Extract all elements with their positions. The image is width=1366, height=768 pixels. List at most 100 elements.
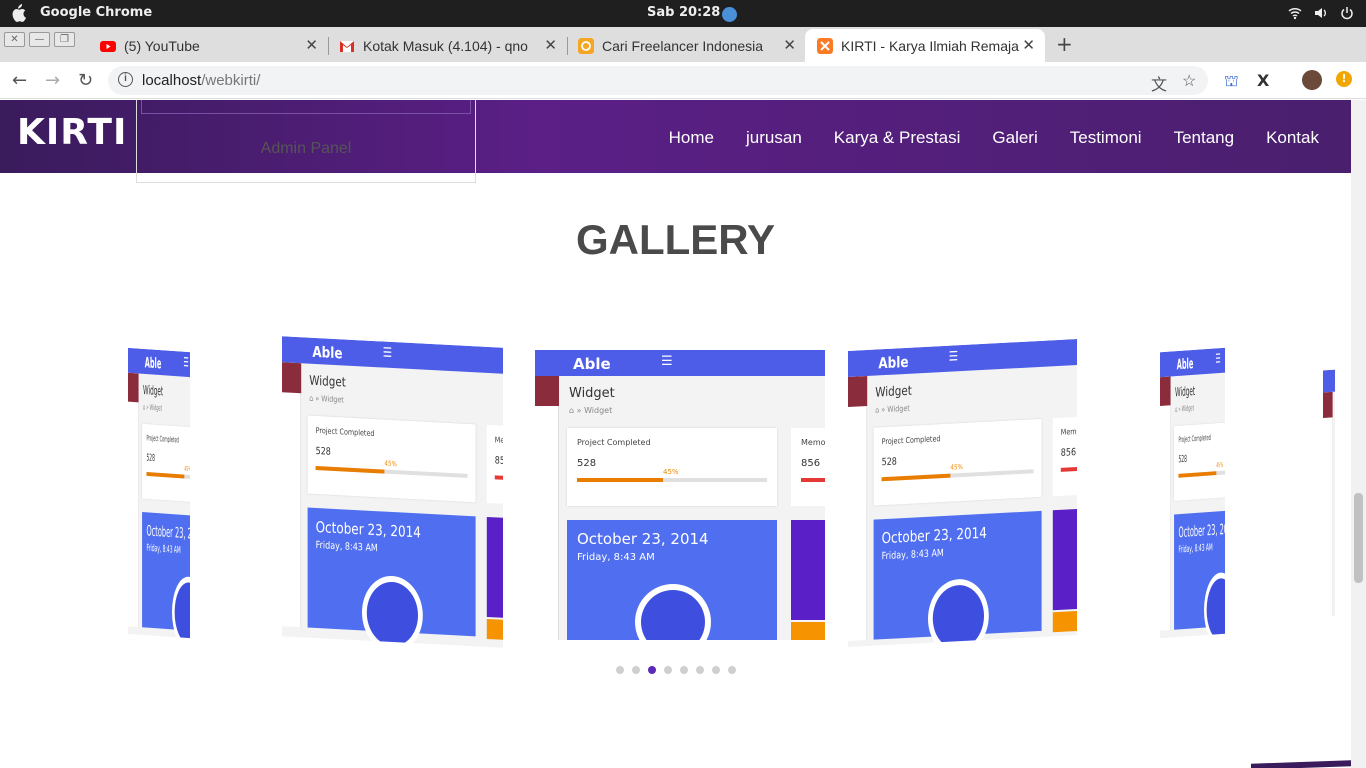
clock-icon [362,574,423,648]
hamburger-icon: ☰ [948,349,959,365]
tab-kirti[interactable]: KIRTI - Karya Ilmiah Remaja ✕ [805,29,1045,62]
forward-arrow-icon[interactable]: → [45,70,60,91]
carousel-slide[interactable]: Able ☰ Widget ⌂ » Widget Project Complet… [282,336,503,648]
avatar [1160,376,1171,407]
window-controls: ✕ — ❐ [4,32,75,47]
close-tab-icon[interactable]: ✕ [305,36,318,54]
site-logo[interactable]: KIRTI [17,112,127,153]
translate-icon[interactable]: 文 [1151,71,1167,95]
xampp-icon [817,37,833,54]
carousel-slide[interactable]: Able ☰ Widget ⌂ » Widget Project Complet… [1323,369,1335,617]
reload-icon[interactable]: ↻ [78,70,93,91]
back-arrow-icon[interactable]: ← [12,70,27,91]
clock-icon [635,584,711,640]
tab-title: (5) YouTube [124,37,200,54]
card-title: Project Completed [577,438,651,447]
scrollbar-thumb[interactable] [1354,493,1363,583]
card-title: Project Completed [146,433,179,445]
tab-freelancer[interactable]: Cari Freelancer Indonesia ✕ [566,29,806,62]
breadcrumb-label: Widget [321,394,344,405]
close-window-icon[interactable]: ✕ [4,32,25,47]
menu-tentang[interactable]: Tentang [1174,128,1235,148]
carousel-slide[interactable]: Able ☰ Widget ⌂ » Widget Project Complet… [535,350,825,640]
breadcrumb: ⌂ » Widget [569,406,613,415]
card2-value: 856 [1060,447,1077,459]
extension-icon[interactable]: ⛫ [1224,71,1239,92]
close-tab-icon[interactable]: ✕ [783,36,796,54]
carousel-dot[interactable] [648,666,656,674]
avatar [1323,391,1333,419]
carousel-slide[interactable]: Able ☰ Widget ⌂ » Widget Project Complet… [1160,347,1225,639]
minimize-window-icon[interactable]: — [29,32,50,47]
close-tab-icon[interactable]: ✕ [544,36,557,54]
slide-screenshot: Able ☰ Widget ⌂ » Widget Project Complet… [282,336,503,648]
menu-home[interactable]: Home [669,128,714,148]
menu-karya-prestasi[interactable]: Karya & Prestasi [834,128,961,148]
wifi-icon[interactable] [1288,6,1302,20]
url-path: /webkirti/ [201,72,261,89]
slide-screenshot: Able ☰ Widget ⌂ » Widget Project Complet… [848,338,1077,648]
mock-logo: Able [144,353,162,373]
close-tab-icon[interactable]: ✕ [1022,36,1035,54]
memo-card: Memo 856 [791,428,825,506]
card-title: Project Completed [315,425,375,439]
carousel-slide[interactable]: Able ☰ Widget ⌂ » Widget Project Complet… [848,338,1077,648]
mock-purple-card [1052,508,1077,611]
update-alert-icon[interactable]: ! [1336,71,1352,87]
menu-galeri[interactable]: Galeri [992,128,1037,148]
avatar [848,375,868,408]
carousel-dot[interactable] [728,666,736,674]
carousel-dot[interactable] [616,666,624,674]
carousel-dot[interactable] [712,666,720,674]
carousel-dot[interactable] [632,666,640,674]
carousel-slide[interactable]: Able ☰ Widget ⌂ » Widget Project Complet… [128,347,190,639]
browser-tab-strip: ✕ — ❐ (5) YouTube ✕ Kotak Masuk (4.104) … [0,27,1366,62]
extension-x-icon[interactable]: X [1257,71,1269,90]
menu-testimoni[interactable]: Testimoni [1070,128,1142,148]
new-tab-icon[interactable]: + [1056,32,1073,56]
apple-icon[interactable] [10,4,26,22]
time-text: Friday, 8:43 AM [577,552,655,563]
card-value: 528 [881,456,897,469]
memo-card: Memo 856 [486,424,503,505]
maximize-window-icon[interactable]: ❐ [54,32,75,47]
page-scrollbar[interactable] [1351,100,1366,768]
mock-sidebar [1160,376,1171,631]
breadcrumb-label: Widget [1181,403,1194,414]
menu-jurusan[interactable]: jurusan [746,128,802,148]
carousel-dot[interactable] [664,666,672,674]
progress-fill [577,478,663,482]
carousel-dot[interactable] [696,666,704,674]
main-menu: Home jurusan Karya & Prestasi Galeri Tes… [669,128,1319,148]
tab-title: Cari Freelancer Indonesia [602,37,764,54]
tab-gmail[interactable]: Kotak Masuk (4.104) - qno ✕ [327,29,568,62]
home-icon: ⌂ [309,393,314,403]
url-text[interactable]: localhost/webkirti/ [142,72,260,89]
date-text: October 23, 2014 [1178,519,1225,542]
site-info-icon[interactable]: i [118,72,133,87]
project-card: Project Completed 528 45% [142,423,190,506]
address-bar[interactable]: i localhost/webkirti/ 文 ☆ [108,66,1208,95]
menu-kontak[interactable]: Kontak [1266,128,1319,148]
active-app-name[interactable]: Google Chrome [40,5,152,20]
os-top-bar: Google Chrome Sab 20:28 [0,0,1366,27]
bookmark-star-icon[interactable]: ☆ [1182,71,1196,91]
tab-youtube[interactable]: (5) YouTube ✕ [88,29,329,62]
date-card: October 23, 2014 Friday, 8:43 AM [1174,508,1225,639]
mock-sidebar [1323,391,1333,617]
breadcrumb-label: Widget [584,406,613,415]
date-text: October 23, 2014 [881,523,987,548]
card2-title: Memo [494,435,503,446]
admin-panel-link[interactable]: Admin Panel [137,140,475,158]
carousel-dot[interactable] [680,666,688,674]
breadcrumb: ⌂ » Widget [1174,403,1194,414]
mock-logo: Able [878,352,909,373]
system-clock[interactable]: Sab 20:28 [647,5,720,20]
power-icon[interactable] [1340,6,1354,20]
volume-icon[interactable] [1314,6,1328,20]
profile-avatar[interactable] [1302,70,1322,90]
project-card: Project Completed 528 45% [567,428,777,506]
login-button-edge[interactable] [141,100,471,114]
clock-icon [928,577,989,648]
card2-bar [801,478,825,482]
